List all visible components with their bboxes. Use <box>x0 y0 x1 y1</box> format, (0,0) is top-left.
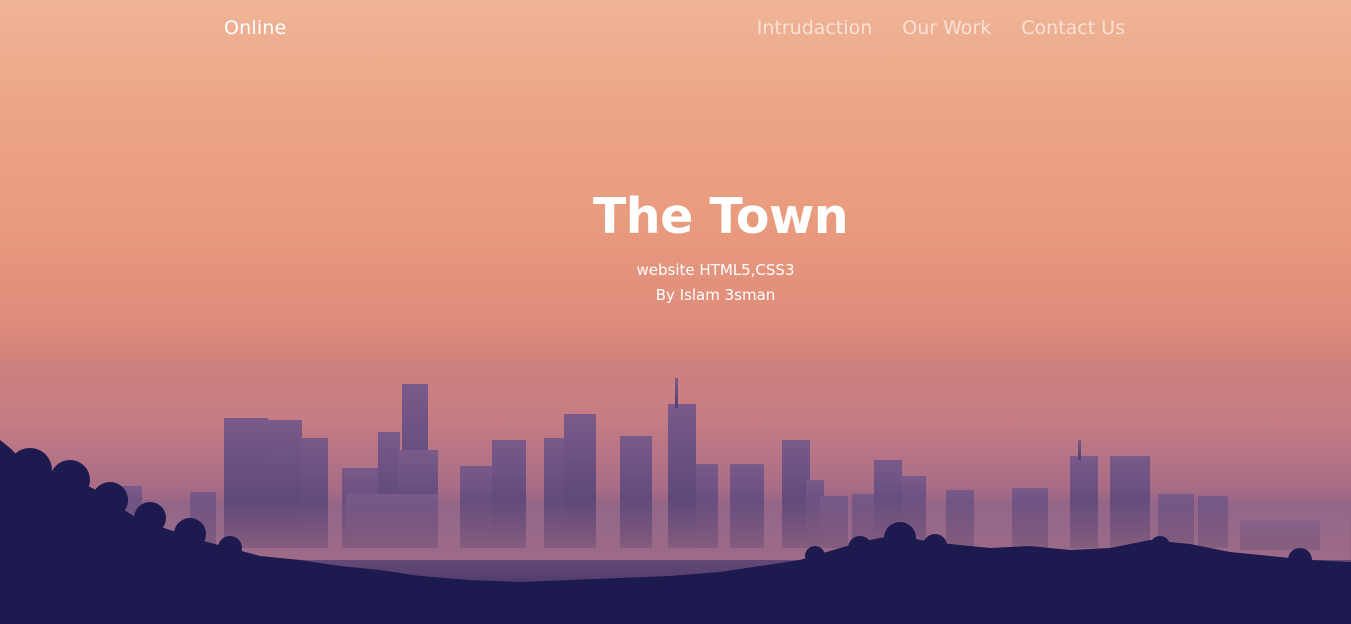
hero-subtitle-line-1: website HTML5,CSS3 <box>636 261 795 279</box>
city-skyline-background <box>0 360 1351 624</box>
nav-link-contact-us[interactable]: Contact Us <box>1021 17 1125 39</box>
logo-link[interactable]: Online <box>224 17 287 39</box>
hero-text-block: The Town website HTML5,CSS3 By Islam 3sm… <box>0 184 1351 308</box>
hero-section: Online Intrudaction Our Work Contact Us … <box>0 0 1351 624</box>
hero-title: The Town <box>592 188 849 245</box>
hero-subtitle-line-2: By Islam 3sman <box>655 286 776 304</box>
nav-link-our-work[interactable]: Our Work <box>902 17 991 39</box>
nav-links: Intrudaction Our Work Contact Us <box>757 17 1125 39</box>
hero-subtitle: website HTML5,CSS3 By Islam 3sman <box>80 258 1351 308</box>
nav-link-introduction[interactable]: Intrudaction <box>757 17 873 39</box>
top-navbar: Online Intrudaction Our Work Contact Us <box>0 0 1351 58</box>
